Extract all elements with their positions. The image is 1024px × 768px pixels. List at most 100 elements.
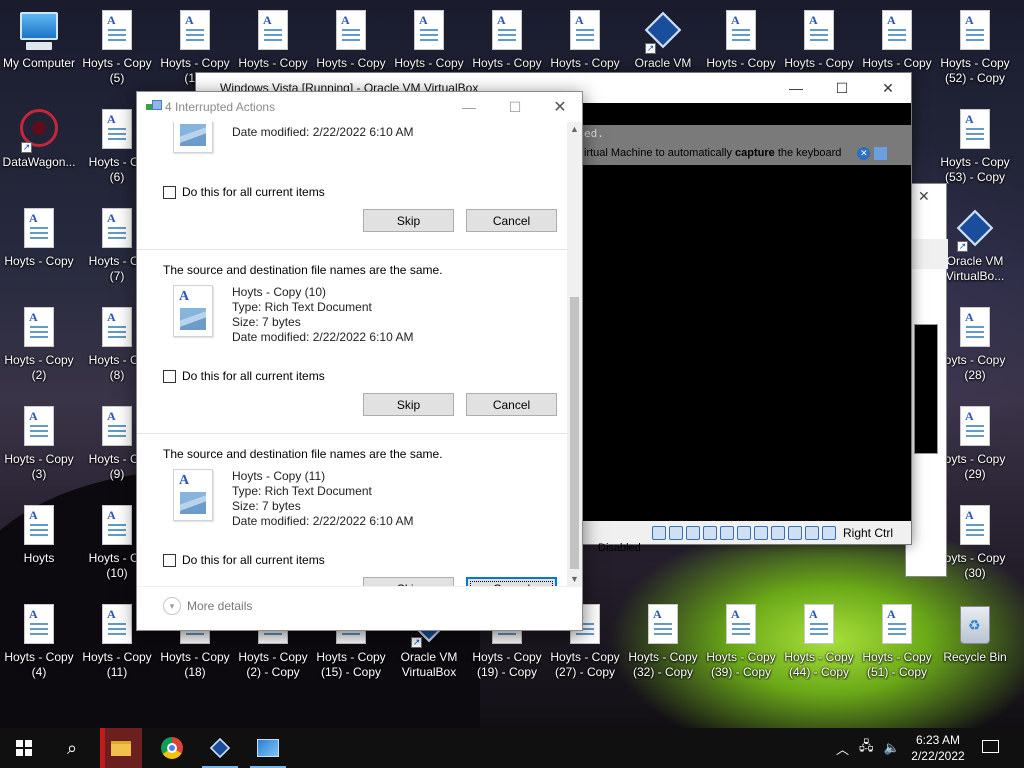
desktop-icon[interactable]: Hoyts xyxy=(0,495,78,591)
chevron-up-icon[interactable]: ︿ xyxy=(836,739,849,758)
close-icon[interactable]: ✕ xyxy=(918,188,930,205)
desktop-icon-label-line2: (52) - Copy xyxy=(944,71,1006,85)
do-this-for-all-label[interactable]: Do this for all current items xyxy=(182,553,325,567)
do-this-for-all-checkbox[interactable] xyxy=(163,185,176,199)
recording-icon[interactable] xyxy=(770,525,785,540)
search-icon[interactable]: ⌕ xyxy=(48,728,96,768)
more-details-link[interactable]: More details xyxy=(187,599,252,613)
do-this-for-all-label[interactable]: Do this for all current items xyxy=(182,369,325,383)
audio-icon[interactable] xyxy=(685,525,700,540)
cancel-button[interactable]: Cancel xyxy=(466,577,557,586)
desktop-icon-label: Hoyts - Copy xyxy=(784,650,854,664)
desktop-icon[interactable]: My Computer xyxy=(0,0,78,96)
mouse-integration-icon[interactable] xyxy=(804,525,819,540)
desktop-icon-label-line2: VirtualBox xyxy=(401,665,457,679)
network-icon[interactable] xyxy=(702,525,717,540)
dialog-footer: ▾ More details xyxy=(137,586,582,630)
manager-toolbar xyxy=(906,239,948,269)
desktop-icon[interactable]: Recycle Bin xyxy=(936,594,1014,690)
clock[interactable]: 6:23 AM 2/22/2022 xyxy=(906,732,970,764)
desktop-icon[interactable]: oyts - Copy(29) xyxy=(936,396,1014,492)
maximize-icon[interactable]: ☐ xyxy=(819,73,865,103)
rtf-file-icon xyxy=(97,406,137,450)
start-button[interactable] xyxy=(0,728,48,768)
minimize-icon[interactable]: — xyxy=(773,73,819,103)
do-this-for-all-row[interactable]: Do this for all current items xyxy=(163,553,325,567)
desktop-icon-label: Hoyts - Copy xyxy=(4,254,74,268)
desktop-icon[interactable]: Hoyts - Copy(44) - Copy xyxy=(780,594,858,690)
scroll-down-icon[interactable]: ▼ xyxy=(570,574,579,584)
desktop-icon-label: Oracle VM xyxy=(634,56,692,70)
cancel-button[interactable]: Cancel xyxy=(466,393,557,416)
shared-folders-icon[interactable] xyxy=(736,525,751,540)
conflict-list[interactable]: Date modified: 2/22/2022 6:10 AM Do this… xyxy=(137,122,567,586)
dialog-scrollbar[interactable]: ▲ ▼ xyxy=(567,122,582,586)
skip-button[interactable]: Skip xyxy=(363,577,454,586)
desktop-icon[interactable]: Hoyts - Copy(32) - Copy xyxy=(624,594,702,690)
virtualbox-taskbar-button[interactable] xyxy=(196,728,244,768)
rtf-file-icon xyxy=(487,10,527,54)
banner-info-icon[interactable] xyxy=(874,146,888,160)
desktop-icon[interactable]: Hoyts - Copy(5) xyxy=(78,0,156,96)
desktop-icon[interactable]: Hoyts - Copy(52) - Copy xyxy=(936,0,1014,96)
desktop-icon[interactable]: Hoyts - Copy(53) - Copy xyxy=(936,99,1014,195)
close-icon[interactable]: ✕ xyxy=(865,73,911,103)
desktop-icon-label: Hoyts - Copy xyxy=(160,650,230,664)
do-this-for-all-checkbox[interactable] xyxy=(163,369,176,383)
chevron-down-icon[interactable]: ▾ xyxy=(163,597,181,615)
desktop-icon-label: Hoyts - Copy xyxy=(4,353,74,367)
file-date: Date modified: 2/22/2022 6:10 AM xyxy=(232,330,414,344)
vista-vm-taskbar-button[interactable] xyxy=(244,728,292,768)
interrupted-actions-dialog[interactable]: 4 Interrupted Actions — ☐ ✕ Date modifie… xyxy=(136,91,583,631)
do-this-for-all-label[interactable]: Do this for all current items xyxy=(182,185,325,199)
optical-drive-icon[interactable] xyxy=(668,525,683,540)
desktop-icon-label-line2: (39) - Copy xyxy=(710,665,772,679)
rtf-file-icon xyxy=(721,604,761,648)
desktop-icon-label-line2: (5) xyxy=(109,71,125,85)
desktop-icon-label-line2: (53) - Copy xyxy=(944,170,1006,184)
skip-button[interactable]: Skip xyxy=(363,393,454,416)
cancel-button[interactable]: Cancel xyxy=(466,209,557,232)
desktop-icon[interactable]: oyts - Copy(30) xyxy=(936,495,1014,591)
file-explorer-taskbar-button[interactable] xyxy=(100,728,142,768)
usb-icon[interactable] xyxy=(719,525,734,540)
desktop-icon-label: Hoyts - Copy xyxy=(862,650,932,664)
notification-icon[interactable] xyxy=(980,738,1000,756)
rtf-file-icon xyxy=(955,10,995,54)
close-icon[interactable]: ✕ xyxy=(537,92,583,122)
desktop-icon[interactable]: Hoyts - Copy(2) xyxy=(0,297,78,393)
scroll-up-icon[interactable]: ▲ xyxy=(570,124,579,134)
cpu-icon[interactable] xyxy=(787,525,802,540)
clock-date: 2/22/2022 xyxy=(911,749,965,763)
hard-disk-icon[interactable] xyxy=(651,525,666,540)
desktop-icon-label: Hoyts - Copy xyxy=(940,155,1010,169)
desktop-icon-label: Hoyts - Copy xyxy=(238,650,308,664)
desktop-icon[interactable]: Hoyts - Copy xyxy=(0,198,78,294)
display-icon[interactable] xyxy=(753,525,768,540)
do-this-for-all-row[interactable]: Do this for all current items xyxy=(163,185,325,199)
minimize-icon[interactable]: — xyxy=(446,92,492,122)
desktop-icon-label: oyts - Copy xyxy=(944,551,1006,565)
desktop-icon[interactable]: Hoyts - Copy(4) xyxy=(0,594,78,690)
rtf-file-icon xyxy=(173,122,215,155)
desktop-icon[interactable]: Hoyts - Copy(39) - Copy xyxy=(702,594,780,690)
do-this-for-all-row[interactable]: Do this for all current items xyxy=(163,369,325,383)
keyboard-capture-icon[interactable] xyxy=(821,525,836,540)
desktop-icon[interactable]: oyts - Copy(28) xyxy=(936,297,1014,393)
scrollbar-thumb[interactable] xyxy=(570,297,579,569)
volume-icon[interactable]: 🔈 xyxy=(884,740,900,756)
do-this-for-all-checkbox[interactable] xyxy=(163,553,176,567)
chrome-taskbar-button[interactable] xyxy=(148,728,196,768)
rtf-file-icon xyxy=(19,505,59,549)
rtf-file-icon xyxy=(409,10,449,54)
desktop-icon[interactable]: ↗ DataWagon... xyxy=(0,99,78,195)
dialog-titlebar[interactable]: 4 Interrupted Actions — ☐ ✕ xyxy=(137,92,582,122)
desktop-icon[interactable]: Hoyts - Copy(3) xyxy=(0,396,78,492)
network-icon[interactable]: 🖧 xyxy=(859,737,874,759)
folder-icon xyxy=(111,740,131,756)
skip-button[interactable]: Skip xyxy=(363,209,454,232)
banner-mono-text: ed. xyxy=(584,127,604,140)
banner-close-icon[interactable]: ✕ xyxy=(857,146,871,160)
desktop-icon[interactable]: Hoyts - Copy(51) - Copy xyxy=(858,594,936,690)
conflict-heading: The source and destination file names ar… xyxy=(163,447,443,461)
